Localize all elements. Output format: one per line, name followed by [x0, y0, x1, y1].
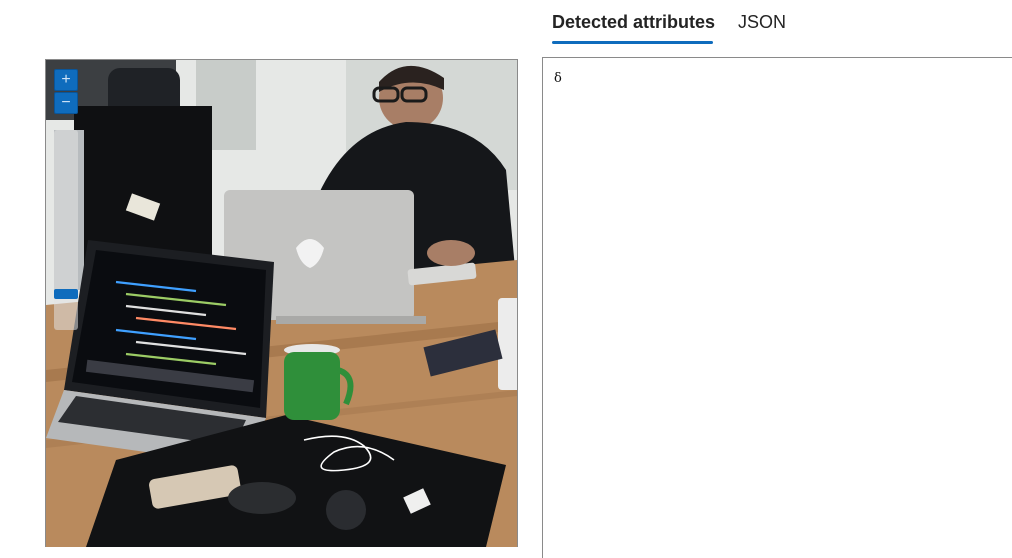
zoom-in-button[interactable]: +: [54, 69, 78, 91]
zoom-out-button[interactable]: −: [54, 92, 78, 114]
panel-content: δ: [554, 71, 562, 86]
zoom-slider-thumb[interactable]: [54, 289, 78, 299]
zoom-slider-track[interactable]: [54, 130, 78, 330]
tab-detected-attributes[interactable]: Detected attributes: [552, 12, 715, 33]
plus-icon: +: [61, 71, 71, 88]
active-tab-indicator: [552, 41, 713, 44]
attributes-panel: δ: [542, 57, 1012, 558]
office-photo: [46, 60, 517, 547]
minus-icon: −: [61, 94, 71, 111]
tab-json[interactable]: JSON: [738, 12, 786, 33]
image-viewer[interactable]: + −: [45, 59, 518, 547]
